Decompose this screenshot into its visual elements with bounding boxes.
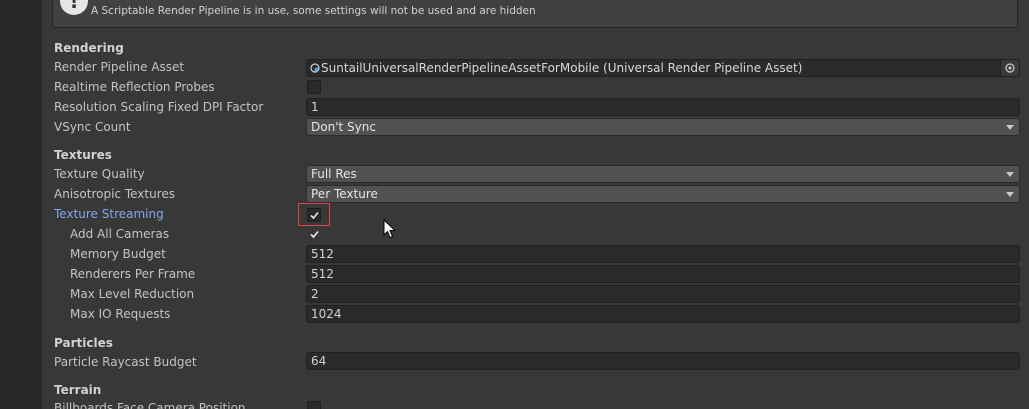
- section-header-rendering: Rendering: [54, 41, 124, 55]
- memory-budget-input[interactable]: 512: [306, 245, 1020, 263]
- checkmark-icon: [310, 230, 319, 239]
- billboards-face-camera-checkbox[interactable]: [307, 401, 321, 409]
- mouse-cursor-icon: [383, 219, 397, 239]
- vsync-count-dropdown[interactable]: Don't Sync: [306, 118, 1020, 136]
- help-box: ! A Scriptable Render Pipeline is in use…: [52, 0, 1018, 28]
- object-picker-icon: [1005, 63, 1015, 73]
- section-header-terrain: Terrain: [54, 383, 102, 397]
- particle-raycast-budget-input[interactable]: 64: [306, 352, 1020, 370]
- texture-quality-label: Texture Quality: [54, 167, 145, 181]
- dpi-factor-input[interactable]: 1: [306, 98, 1020, 116]
- renderers-per-frame-label: Renderers Per Frame: [70, 267, 196, 281]
- billboards-face-camera-label: Billboards Face Camera Position: [54, 401, 246, 409]
- object-picker-button[interactable]: [1000, 60, 1019, 76]
- render-pipeline-asset-label: Render Pipeline Asset: [54, 60, 185, 74]
- texture-streaming-highlight: [298, 203, 330, 226]
- vsync-count-label: VSync Count: [54, 120, 131, 134]
- anisotropic-textures-value: Per Texture: [311, 187, 378, 201]
- renderers-per-frame-input[interactable]: 512: [306, 265, 1020, 283]
- chevron-down-icon: [1006, 192, 1014, 197]
- max-level-reduction-input[interactable]: 2: [306, 285, 1020, 303]
- texture-quality-value: Full Res: [311, 167, 357, 181]
- chevron-down-icon: [1006, 125, 1014, 130]
- left-gutter: [0, 0, 42, 409]
- render-pipeline-asset-field[interactable]: SuntailUniversalRenderPipelineAssetForMo…: [306, 59, 1020, 77]
- add-all-cameras-checkbox[interactable]: [307, 227, 321, 241]
- info-exclamation-icon: !: [60, 0, 88, 15]
- pipeline-asset-icon: [310, 63, 320, 73]
- quality-settings-panel: ! A Scriptable Render Pipeline is in use…: [42, 0, 1029, 409]
- realtime-reflection-probes-label: Realtime Reflection Probes: [54, 80, 215, 94]
- chevron-down-icon: [1006, 172, 1014, 177]
- texture-quality-dropdown[interactable]: Full Res: [306, 165, 1020, 183]
- max-io-requests-label: Max IO Requests: [70, 307, 171, 321]
- anisotropic-textures-dropdown[interactable]: Per Texture: [306, 185, 1020, 203]
- add-all-cameras-label: Add All Cameras: [70, 227, 170, 241]
- section-header-particles: Particles: [54, 336, 113, 350]
- vsync-count-value: Don't Sync: [311, 120, 376, 134]
- max-io-requests-input[interactable]: 1024: [306, 305, 1020, 323]
- particle-raycast-budget-label: Particle Raycast Budget: [54, 355, 197, 369]
- section-header-textures: Textures: [54, 148, 112, 162]
- anisotropic-textures-label: Anisotropic Textures: [54, 187, 176, 201]
- dpi-factor-label: Resolution Scaling Fixed DPI Factor: [54, 100, 264, 114]
- render-pipeline-asset-value: SuntailUniversalRenderPipelineAssetForMo…: [321, 61, 803, 75]
- max-level-reduction-label: Max Level Reduction: [70, 287, 195, 301]
- help-text: A Scriptable Render Pipeline is in use, …: [91, 5, 536, 17]
- realtime-reflection-probes-checkbox[interactable]: [307, 80, 321, 94]
- texture-streaming-label: Texture Streaming: [54, 207, 164, 221]
- memory-budget-label: Memory Budget: [70, 247, 166, 261]
